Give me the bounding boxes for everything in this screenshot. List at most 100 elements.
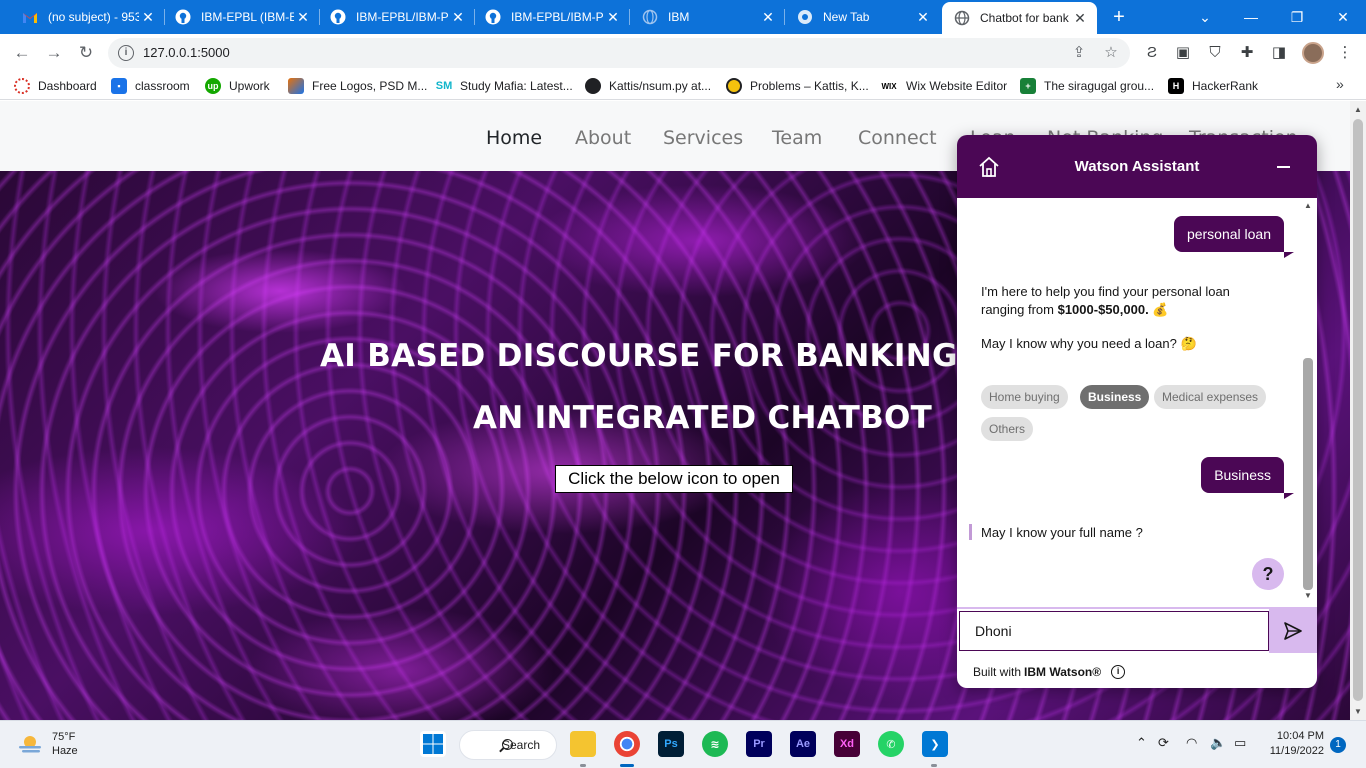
reload-icon[interactable]: ↻ — [74, 41, 98, 65]
page-scrollbar[interactable]: ▲ ▼ — [1350, 101, 1366, 720]
wifi-icon[interactable]: ◠ — [1186, 735, 1197, 751]
close-icon[interactable]: ✕ — [759, 9, 777, 26]
new-tab-button[interactable]: + — [1108, 6, 1130, 28]
scroll-up-icon[interactable]: ▲ — [1304, 201, 1312, 210]
scrollbar-thumb[interactable] — [1353, 119, 1363, 701]
forward-icon[interactable]: → — [42, 41, 66, 65]
taskbar-search[interactable]: Search — [459, 730, 557, 760]
bookmark-label: Free Logos, PSD M... — [312, 79, 428, 93]
open-chat-button[interactable]: Click the below icon to open — [555, 465, 793, 493]
system-clock[interactable]: 10:04 PM 11/19/2022 — [1262, 729, 1324, 759]
search-icon — [502, 739, 513, 750]
back-icon[interactable]: ← — [10, 41, 34, 65]
extension-icon[interactable]: Ƨ — [1141, 42, 1163, 64]
share-icon[interactable]: ⇪ — [1069, 43, 1089, 63]
help-button[interactable]: ? — [1252, 558, 1284, 590]
chat-title: Watson Assistant — [1074, 158, 1200, 175]
weather-widget[interactable]: 75°F Haze — [16, 730, 78, 758]
tab-chatbot-active[interactable]: Chatbot for bank ✕ — [942, 2, 1097, 34]
tab-title: Chatbot for bank — [980, 11, 1069, 25]
vscode-icon[interactable]: ❯ — [922, 731, 948, 757]
bookmark-item[interactable]: Free Logos, PSD M... — [288, 76, 427, 96]
scroll-up-icon[interactable]: ▲ — [1354, 105, 1362, 114]
picture-in-picture-icon[interactable]: ▣ — [1172, 42, 1194, 64]
premiere-icon[interactable]: Pr — [746, 731, 772, 757]
bookmark-item[interactable]: SM Study Mafia: Latest... — [436, 76, 573, 96]
minimize-button[interactable]: — — [1228, 0, 1274, 34]
chevron-up-icon[interactable]: ⌃ — [1136, 735, 1147, 751]
battery-icon[interactable]: ▭ — [1234, 735, 1246, 751]
close-icon[interactable]: ✕ — [449, 9, 467, 26]
user-message: personal loan — [1173, 216, 1295, 258]
volume-icon[interactable]: 🔈 — [1210, 735, 1226, 751]
address-bar[interactable]: i 127.0.0.1:5000 ⇪ ☆ — [108, 38, 1130, 68]
bookmark-item[interactable]: H HackerRank — [1168, 76, 1258, 96]
tab-title: IBM-EPBL/IBM-P — [511, 10, 604, 24]
option-home-buying[interactable]: Home buying — [981, 385, 1068, 409]
chat-scrollbar[interactable]: ▲ ▼ — [1301, 201, 1315, 603]
minimize-icon[interactable] — [1277, 166, 1290, 168]
restore-button[interactable]: ❐ — [1274, 0, 1320, 34]
chat-message-input[interactable] — [959, 611, 1269, 651]
tab-github-2[interactable]: IBM-EPBL/IBM-P ✕ — [320, 0, 475, 34]
window-close-button[interactable]: ✕ — [1320, 0, 1366, 34]
tab-new-tab[interactable]: New Tab ✕ — [785, 0, 940, 34]
close-icon[interactable]: ✕ — [139, 9, 157, 26]
nav-services[interactable]: Services — [663, 127, 743, 149]
tab-github-1[interactable]: IBM-EPBL (IBM-E ✕ — [165, 0, 320, 34]
sync-icon[interactable]: ⟳ — [1158, 735, 1169, 751]
nav-home[interactable]: Home — [486, 127, 542, 149]
after-effects-icon[interactable]: Ae — [790, 731, 816, 757]
chat-footer: Built with IBM Watson® i — [973, 665, 1126, 679]
option-others[interactable]: Others — [981, 417, 1034, 441]
money-bag-icon: 💰 — [1152, 302, 1169, 317]
nav-connect[interactable]: Connect — [858, 127, 937, 149]
info-icon[interactable]: i — [1111, 665, 1126, 679]
send-button[interactable] — [1269, 609, 1317, 653]
bookmark-item[interactable]: ▪ classroom — [111, 76, 190, 96]
close-icon[interactable]: ✕ — [1071, 10, 1089, 27]
bookmarks-overflow-icon[interactable]: » — [1336, 76, 1344, 92]
globe-icon — [954, 10, 970, 26]
bookmark-item[interactable]: WIX Wix Website Editor — [880, 76, 1007, 96]
bookmark-item[interactable]: up Upwork — [205, 76, 270, 96]
tab-gmail[interactable]: (no subject) - 953 ✕ — [0, 0, 165, 34]
bookmark-item[interactable]: Kattis/nsum.py at... — [585, 76, 711, 96]
extension-icon[interactable]: ⛉ — [1204, 42, 1226, 64]
bookmark-star-icon[interactable]: ☆ — [1101, 43, 1121, 63]
file-explorer-icon[interactable] — [570, 731, 596, 757]
site-info-icon[interactable]: i — [118, 45, 134, 61]
chat-scrollbar-thumb[interactable] — [1303, 358, 1313, 590]
chrome-icon[interactable] — [614, 731, 640, 757]
close-icon[interactable]: ✕ — [914, 9, 932, 26]
ibm-watson-brand: IBM Watson® — [1024, 665, 1102, 679]
nav-team[interactable]: Team — [772, 127, 822, 149]
bookmark-item[interactable]: + The siragugal grou... — [1020, 76, 1154, 96]
scroll-down-icon[interactable]: ▼ — [1354, 707, 1362, 716]
nav-about[interactable]: About — [575, 127, 631, 149]
tab-title: New Tab — [823, 10, 870, 24]
close-icon[interactable]: ✕ — [604, 9, 622, 26]
whatsapp-icon[interactable]: ✆ — [878, 731, 904, 757]
scroll-down-icon[interactable]: ▼ — [1304, 591, 1312, 600]
puzzle-icon[interactable]: ✚ — [1236, 42, 1258, 64]
tab-search-icon[interactable]: ⌄ — [1182, 0, 1228, 34]
tab-ibm[interactable]: IBM ✕ — [630, 0, 785, 34]
start-button[interactable] — [420, 731, 446, 757]
bookmark-label: HackerRank — [1192, 79, 1259, 93]
close-icon[interactable]: ✕ — [294, 9, 312, 26]
photoshop-icon[interactable]: Ps — [658, 731, 684, 757]
bot-message-indicator — [969, 524, 972, 540]
bookmark-item[interactable]: Problems – Kattis, K... — [726, 76, 869, 96]
tab-github-3[interactable]: IBM-EPBL/IBM-P ✕ — [475, 0, 630, 34]
spotify-icon[interactable]: ≋ — [702, 731, 728, 757]
bookmark-label: Dashboard — [38, 79, 97, 93]
option-business[interactable]: Business — [1080, 385, 1150, 409]
option-medical-expenses[interactable]: Medical expenses — [1154, 385, 1267, 409]
xd-icon[interactable]: Xd — [834, 731, 860, 757]
menu-icon[interactable]: ⋮ — [1334, 42, 1356, 64]
bookmark-item[interactable]: Dashboard — [14, 76, 97, 96]
side-panel-icon[interactable]: ◨ — [1268, 42, 1290, 64]
notification-badge[interactable]: 1 — [1330, 737, 1346, 753]
profile-avatar[interactable] — [1302, 42, 1324, 64]
